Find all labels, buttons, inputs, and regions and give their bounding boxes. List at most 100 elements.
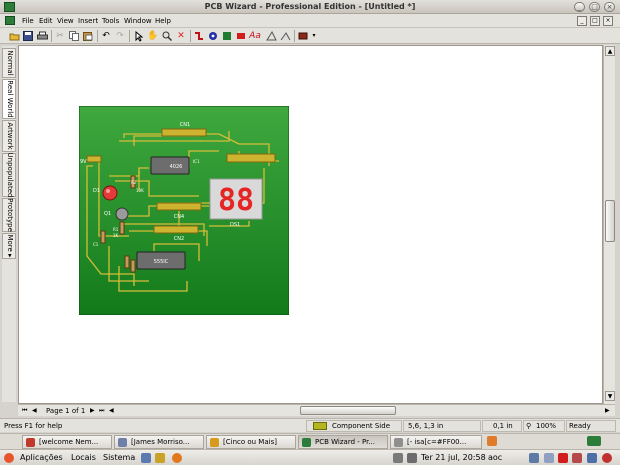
toolbar-separator <box>51 30 52 42</box>
editor-icon <box>394 438 403 447</box>
cursor-coords: 5,6, 1,3 in <box>408 422 444 430</box>
scroll-left-icon[interactable]: ◀ <box>109 407 114 414</box>
led <box>102 185 118 201</box>
text-icon[interactable]: Aa <box>249 30 261 42</box>
app-icon[interactable] <box>4 2 15 12</box>
menu-help[interactable]: Help <box>155 14 171 28</box>
svg-text:555IC: 555IC <box>154 259 169 265</box>
measure-icon[interactable] <box>265 30 277 42</box>
power-icon[interactable] <box>602 453 612 463</box>
smd-pad-icon[interactable] <box>235 30 247 42</box>
menu-file[interactable]: File <box>22 14 34 28</box>
mail-launcher-icon[interactable] <box>155 453 165 463</box>
pcb-board[interactable]: CN1 4026 IC1 88 DS1 CN4 CN2 555IC D1 Q1 … <box>79 106 289 315</box>
hand-icon[interactable]: ✋ <box>147 30 159 42</box>
tab-more[interactable]: More ▸ <box>2 233 16 259</box>
task-button-james[interactable]: [James Morriso... <box>114 435 204 449</box>
copy-icon[interactable] <box>68 30 80 42</box>
horizontal-scroll-thumb[interactable] <box>300 406 396 415</box>
chat-icon[interactable] <box>544 453 554 463</box>
firefox-icon[interactable] <box>172 453 182 463</box>
pointer-icon[interactable] <box>133 30 145 42</box>
menu-insert[interactable]: Insert <box>78 14 98 28</box>
trash-icon[interactable] <box>487 436 497 446</box>
last-page-icon[interactable]: ⏭ <box>99 407 104 415</box>
help-launcher-icon[interactable] <box>141 453 151 463</box>
vertical-scroll-thumb[interactable] <box>605 200 615 242</box>
ubuntu-logo-icon[interactable] <box>4 453 14 463</box>
layer-name: Component Side <box>332 422 391 430</box>
paste-icon[interactable] <box>82 30 94 42</box>
tab-real-world[interactable]: Real World <box>2 79 16 119</box>
tab-artwork[interactable]: Artwork <box>2 120 16 152</box>
resistor <box>100 230 106 244</box>
menu-tools[interactable]: Tools <box>102 14 119 28</box>
task-button-isa[interactable]: [- isa[c=#FF00... <box>390 435 482 449</box>
menu-system[interactable]: Sistema <box>103 453 135 463</box>
network-icon[interactable] <box>407 453 417 463</box>
menu-view[interactable]: View <box>57 14 74 28</box>
svg-text:4026: 4026 <box>170 164 183 170</box>
task-button-welcome[interactable]: [welcome Nem... <box>22 435 112 449</box>
close-button[interactable]: × <box>604 2 615 12</box>
tab-prototype[interactable]: Prototype <box>2 198 16 232</box>
ready-status: Ready <box>569 422 591 430</box>
first-page-icon[interactable]: ⏮ <box>22 407 27 415</box>
print-icon[interactable] <box>36 30 48 42</box>
resistor-r1 <box>119 221 125 235</box>
notification-icon[interactable] <box>572 453 582 463</box>
square-pad-icon[interactable] <box>221 30 233 42</box>
cut-icon[interactable]: ✂ <box>54 30 66 42</box>
vertical-scrollbar[interactable]: ▲ ▼ <box>603 45 615 404</box>
menu-edit[interactable]: Edit <box>39 14 53 28</box>
doc-minimize-button[interactable]: _ <box>577 16 587 26</box>
scroll-down-icon[interactable]: ▼ <box>605 391 615 401</box>
open-icon[interactable] <box>8 30 20 42</box>
zoom-icon[interactable] <box>161 30 173 42</box>
menu-places[interactable]: Locais <box>71 453 96 463</box>
workspace-switcher-icon[interactable] <box>587 436 601 446</box>
prev-page-icon[interactable]: ◀ <box>32 407 37 414</box>
tab-unpopulated[interactable]: Unpopulated <box>2 153 16 197</box>
next-page-icon[interactable]: ▶ <box>90 407 95 414</box>
view-tabs: Normal Real World Artwork Unpopulated Pr… <box>2 46 16 402</box>
delete-icon[interactable]: ✕ <box>175 30 187 42</box>
track-icon[interactable] <box>193 30 205 42</box>
maximize-button[interactable]: □ <box>589 2 600 12</box>
update-icon[interactable] <box>558 453 568 463</box>
pad-icon[interactable] <box>207 30 219 42</box>
volume-icon[interactable] <box>393 453 403 463</box>
tray-app-icon[interactable] <box>587 453 597 463</box>
toolbar-separator <box>190 30 191 42</box>
svg-text:CN4: CN4 <box>174 214 184 220</box>
save-icon[interactable] <box>22 30 34 42</box>
toolbar-separator <box>97 30 98 42</box>
scroll-up-icon[interactable]: ▲ <box>605 46 615 56</box>
menu-applications[interactable]: Aplicações <box>20 453 63 463</box>
task-button-pcb-wizard[interactable]: PCB Wizard - Pr... <box>298 435 388 449</box>
dropdown-chevron-icon[interactable]: ▾ <box>308 30 320 42</box>
tab-normal[interactable]: Normal <box>2 48 16 78</box>
mail-notify-icon[interactable] <box>529 453 539 463</box>
minimize-button[interactable]: _ <box>574 2 585 12</box>
scroll-right-icon[interactable]: ▶ <box>605 407 610 414</box>
doc-close-button[interactable]: × <box>603 16 613 26</box>
redo-icon[interactable]: ↷ <box>114 30 126 42</box>
dimension-icon[interactable] <box>279 30 291 42</box>
toolbar-separator <box>294 30 295 42</box>
horizontal-scrollbar[interactable]: ⏮ ◀ Page 1 of 1 ▶ ⏭ ◀ ▶ <box>18 404 615 416</box>
label-cn1: CN1 <box>180 122 190 128</box>
clock[interactable]: Ter 21 jul, 20:58 <box>421 453 486 463</box>
undo-icon[interactable]: ↶ <box>100 30 112 42</box>
taskbar: [welcome Nem... [James Morriso... [Cinco… <box>0 433 620 449</box>
label-q1: Q1 <box>104 211 111 217</box>
status-bar: Press F1 for help Component Side 5,6, 1,… <box>0 418 620 432</box>
ic2-chip: 555IC <box>136 251 186 270</box>
document-icon[interactable] <box>5 16 15 25</box>
design-canvas[interactable]: CN1 4026 IC1 88 DS1 CN4 CN2 555IC D1 Q1 … <box>18 45 603 404</box>
menu-window[interactable]: Window <box>124 14 152 28</box>
keyboard-layout[interactable]: aoc <box>488 453 502 463</box>
doc-restore-button[interactable]: □ <box>590 16 600 26</box>
task-button-cinco[interactable]: [Cinco ou Mais] <box>206 435 296 449</box>
svg-text:R2: R2 <box>131 180 137 185</box>
